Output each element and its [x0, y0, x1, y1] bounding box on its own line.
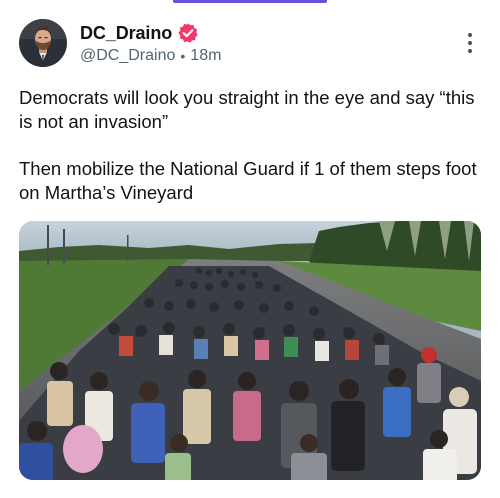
post-timestamp[interactable]: 18m — [190, 47, 221, 65]
display-name[interactable]: DC_Draino — [80, 23, 172, 44]
avatar[interactable] — [19, 19, 67, 67]
name-row: DC_Draino — [80, 21, 221, 45]
post-header: DC_Draino @DC_Draino • 18m — [19, 18, 481, 68]
more-options-button[interactable] — [459, 31, 481, 55]
author-handle[interactable]: @DC_Draino — [80, 47, 175, 65]
post-body: Democrats will look you straight in the … — [19, 86, 478, 205]
post-media-photo[interactable] — [19, 221, 481, 480]
post-paragraph: Then mobilize the National Guard if 1 of… — [19, 158, 477, 203]
meta-row: @DC_Draino • 18m — [80, 47, 221, 65]
ellipsis-dot — [468, 41, 472, 45]
crowd-photo-image — [19, 221, 481, 480]
separator-dot: • — [180, 48, 186, 64]
author-info: DC_Draino @DC_Draino • 18m — [80, 21, 221, 65]
active-tab-indicator — [173, 0, 327, 3]
post-paragraph: Democrats will look you straight in the … — [19, 87, 475, 132]
ellipsis-dot — [468, 49, 472, 53]
verified-badge-icon — [177, 22, 199, 44]
avatar-image — [19, 19, 67, 67]
post-screen: DC_Draino @DC_Draino • 18m Democrats wil… — [0, 0, 500, 498]
vertical-ellipsis-icon — [468, 33, 472, 37]
